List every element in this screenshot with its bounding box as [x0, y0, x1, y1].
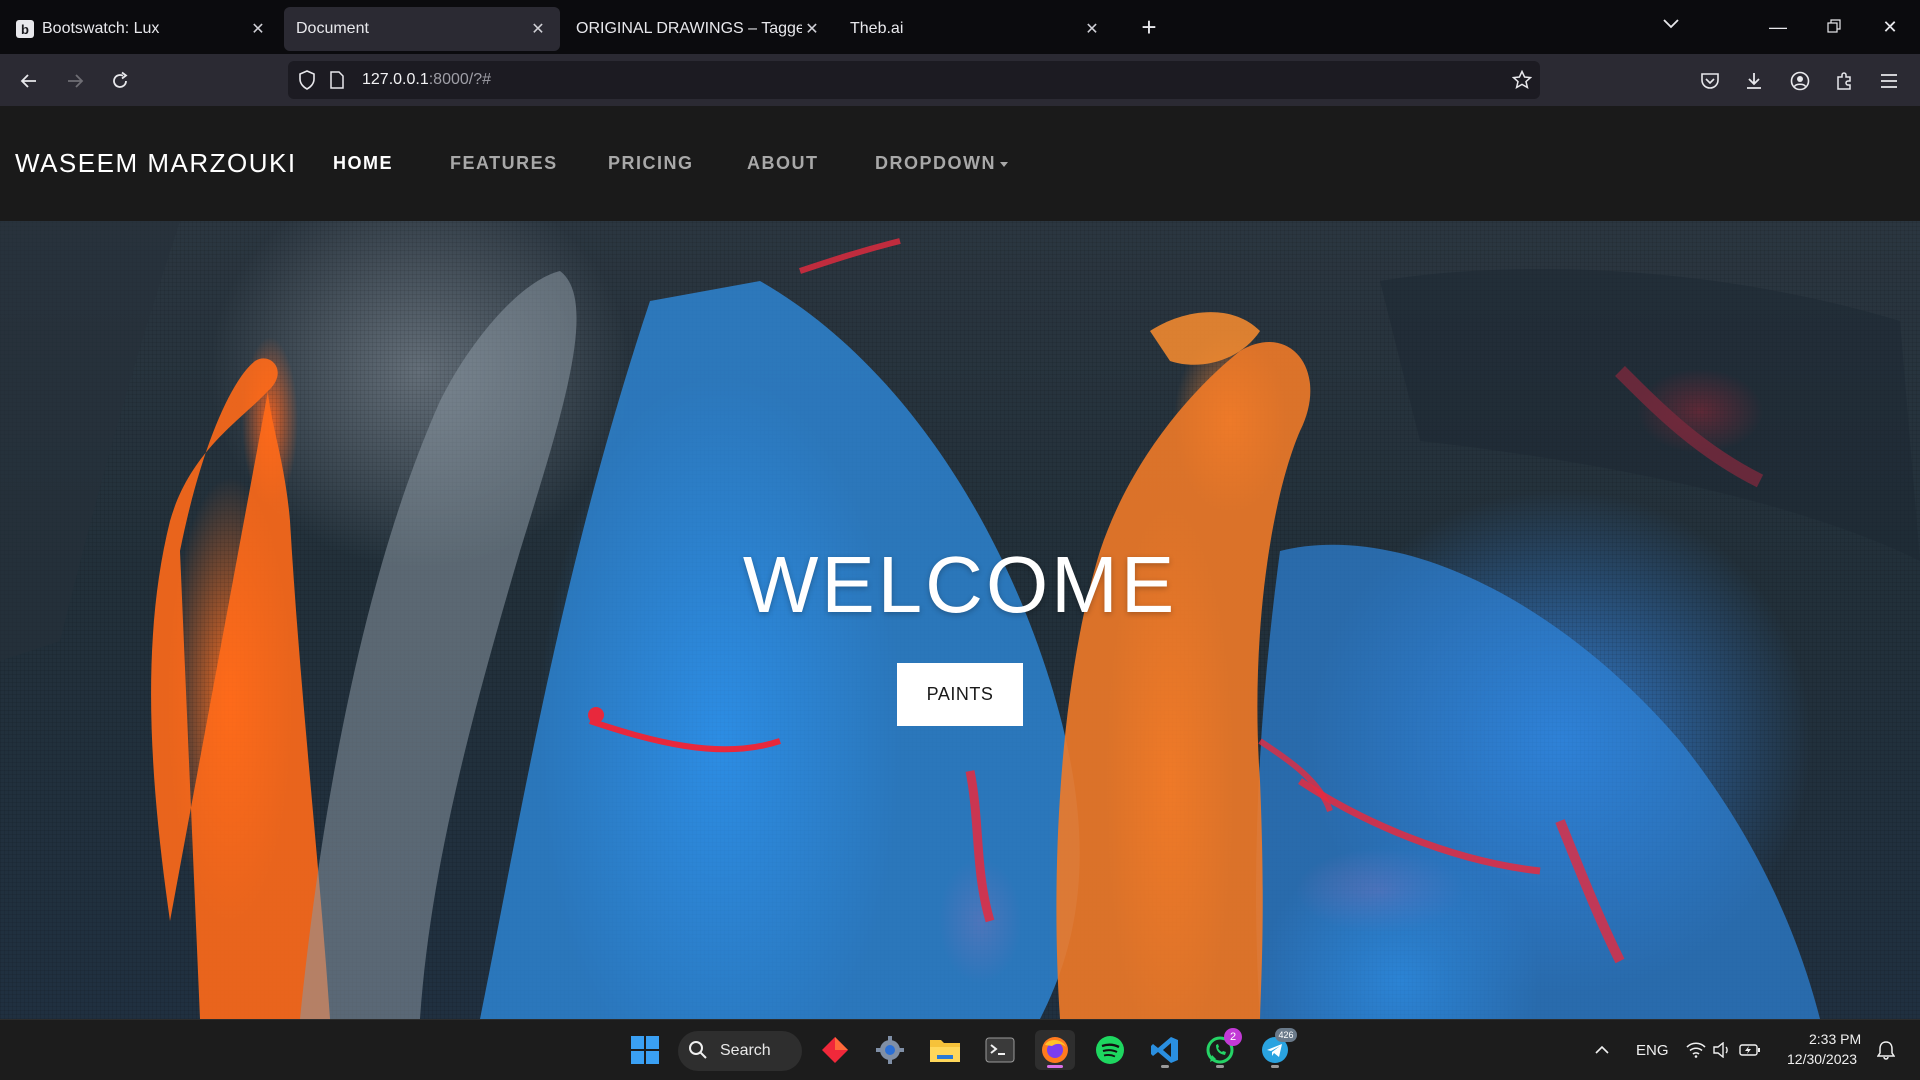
- show-hidden-icons-chevron-up-icon[interactable]: [1582, 1030, 1622, 1070]
- restore-window-icon[interactable]: [1811, 12, 1857, 42]
- app-menu-hamburger-icon[interactable]: [1872, 64, 1906, 98]
- hero-welcome-heading: WELCOME: [742, 540, 1178, 629]
- close-tab-icon[interactable]: ✕: [802, 19, 822, 39]
- windows-taskbar: Search 2 426 ENG 2:33 PM 12/30/2023: [0, 1019, 1920, 1080]
- running-app-indicator: [1271, 1065, 1279, 1068]
- bookmark-star-icon[interactable]: [1511, 69, 1533, 95]
- caret-down-icon: [1000, 161, 1008, 167]
- windows-start-icon[interactable]: [625, 1030, 665, 1070]
- nav-dropdown-label: DROPDOWN: [875, 153, 996, 173]
- back-arrow-icon[interactable]: [12, 64, 46, 98]
- site-brand[interactable]: WASEEM MARZOUKI: [15, 148, 297, 179]
- nav-link-about[interactable]: ABOUT: [747, 153, 819, 174]
- close-window-icon[interactable]: ✕: [1867, 12, 1913, 42]
- url-path: :8000/?#: [428, 71, 492, 88]
- url-host: 127.0.0.1: [362, 71, 429, 88]
- pocket-icon[interactable]: [1693, 64, 1727, 98]
- input-language-indicator[interactable]: ENG: [1636, 1042, 1669, 1059]
- tracking-protection-shield-icon[interactable]: [298, 70, 320, 90]
- tab-document[interactable]: Document ✕: [284, 7, 560, 51]
- new-tab-button[interactable]: +: [1134, 12, 1164, 42]
- nav-dropdown-toggle[interactable]: DROPDOWN: [875, 153, 1008, 174]
- red-diamond-app-icon[interactable]: [815, 1030, 855, 1070]
- close-tab-icon[interactable]: ✕: [528, 19, 548, 39]
- extensions-puzzle-icon[interactable]: [1828, 64, 1862, 98]
- forward-arrow-icon[interactable]: [58, 64, 92, 98]
- file-explorer-folder-icon[interactable]: [925, 1030, 965, 1070]
- telegram-notification-badge: 426: [1275, 1028, 1297, 1042]
- page-info-icon[interactable]: [330, 71, 352, 89]
- nav-link-features[interactable]: FEATURES: [450, 153, 558, 174]
- clock-time[interactable]: 2:33 PM: [1809, 1031, 1861, 1047]
- terminal-icon[interactable]: [980, 1030, 1020, 1070]
- vscode-icon[interactable]: [1145, 1030, 1185, 1070]
- url-text: 127.0.0.1:8000/?#: [362, 71, 491, 89]
- reload-icon[interactable]: [103, 64, 137, 98]
- running-app-indicator: [1216, 1065, 1224, 1068]
- battery-charging-icon[interactable]: [1736, 1030, 1764, 1070]
- downloads-icon[interactable]: [1737, 64, 1771, 98]
- account-icon[interactable]: [1783, 64, 1817, 98]
- whatsapp-icon[interactable]: 2: [1200, 1028, 1242, 1070]
- whatsapp-notification-badge: 2: [1224, 1028, 1242, 1046]
- spotify-icon[interactable]: [1090, 1030, 1130, 1070]
- nav-link-pricing[interactable]: PRICING: [608, 153, 694, 174]
- running-app-indicator: [1161, 1065, 1169, 1068]
- url-bar[interactable]: 127.0.0.1:8000/?#: [288, 61, 1540, 99]
- tab-title: ORIGINAL DRAWINGS – Tagged "A: [576, 20, 802, 37]
- bootswatch-favicon-icon: b: [16, 20, 34, 38]
- hero-section: WELCOME PAINTS: [0, 221, 1920, 1019]
- tab-theb-ai[interactable]: Theb.ai ✕: [838, 7, 1114, 51]
- search-label: Search: [720, 1042, 771, 1059]
- taskbar-search-box[interactable]: Search: [678, 1031, 802, 1071]
- browser-tab-strip: b Bootswatch: Lux ✕ Document ✕ ORIGINAL …: [0, 0, 1920, 54]
- tab-title: Bootswatch: Lux: [42, 20, 160, 37]
- active-app-indicator: [1047, 1065, 1063, 1068]
- browser-toolbar: 127.0.0.1:8000/?#: [0, 54, 1920, 106]
- telegram-icon[interactable]: 426: [1255, 1028, 1297, 1070]
- nav-link-home[interactable]: HOME: [333, 153, 393, 174]
- tab-original-drawings[interactable]: ORIGINAL DRAWINGS – Tagged "A ✕: [564, 7, 834, 51]
- web-page: WASEEM MARZOUKI HOME FEATURES PRICING AB…: [0, 106, 1920, 1019]
- close-tab-icon[interactable]: ✕: [248, 19, 268, 39]
- notifications-bell-icon[interactable]: [1872, 1030, 1900, 1070]
- firefox-icon[interactable]: [1035, 1030, 1075, 1070]
- tab-title: Theb.ai: [850, 20, 904, 37]
- search-icon: [688, 1040, 708, 1065]
- volume-icon[interactable]: [1710, 1030, 1734, 1070]
- list-all-tabs-chevron-down-icon[interactable]: [1662, 14, 1680, 35]
- clock-date[interactable]: 12/30/2023: [1787, 1051, 1857, 1067]
- tab-title: Document: [296, 20, 369, 37]
- close-tab-icon[interactable]: ✕: [1082, 19, 1102, 39]
- settings-gear-icon[interactable]: [870, 1030, 910, 1070]
- minimize-window-icon[interactable]: —: [1755, 12, 1801, 42]
- paints-button[interactable]: PAINTS: [897, 663, 1023, 726]
- site-navbar: WASEEM MARZOUKI HOME FEATURES PRICING AB…: [0, 106, 1920, 221]
- tab-bootswatch-lux[interactable]: b Bootswatch: Lux ✕: [4, 7, 280, 51]
- wifi-icon[interactable]: [1684, 1030, 1708, 1070]
